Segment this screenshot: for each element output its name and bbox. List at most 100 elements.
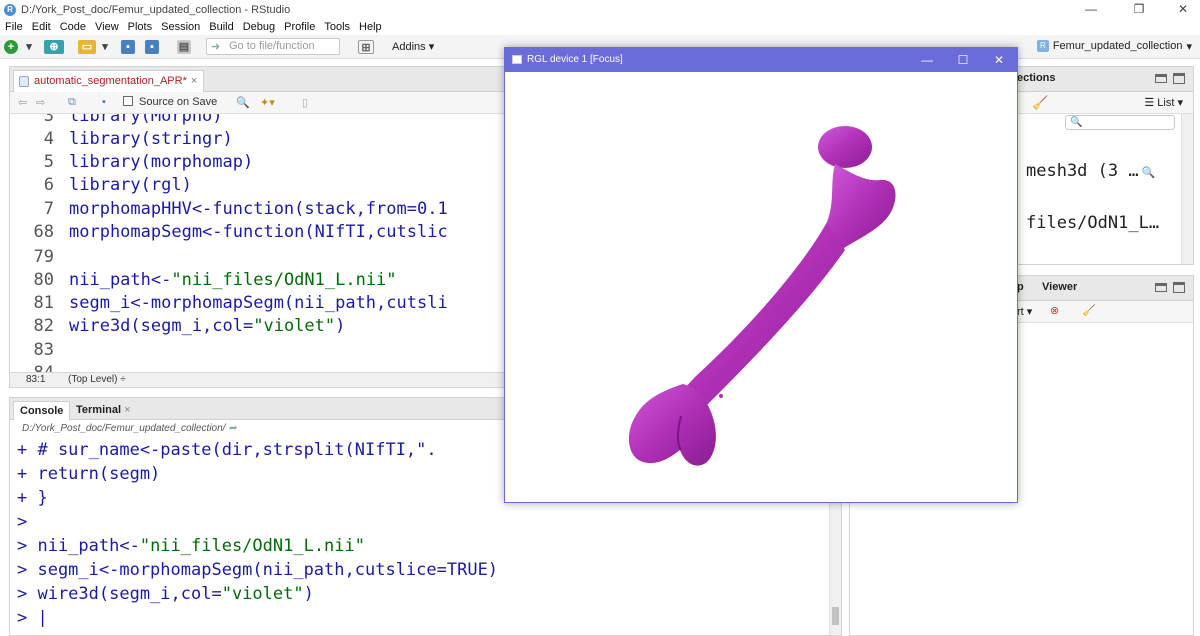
tab-help[interactable]: p [1017, 281, 1024, 293]
find-icon[interactable]: 🔍 [236, 96, 250, 109]
line-number: 81 [33, 293, 54, 313]
list-label: List ▾ [1157, 97, 1183, 109]
line-number: 80 [33, 270, 54, 290]
console-line: > [17, 512, 28, 532]
line-number: 83 [33, 340, 54, 360]
grid-layout-icon[interactable]: ⊞ [358, 40, 374, 54]
project-label: Femur_updated_collection [1052, 40, 1183, 52]
console-path: D:/York_Post_doc/Femur_updated_collectio… [22, 423, 226, 434]
env-row-segm[interactable]: mesh3d (3 … 🔍 [1026, 161, 1155, 181]
code-tools-wand-icon[interactable]: ✦▾ [260, 96, 275, 109]
new-file-icon[interactable]: + [4, 40, 18, 54]
menu-debug[interactable]: Debug [243, 21, 275, 33]
export-menu[interactable]: rt ▾ [1017, 305, 1032, 318]
scope-selector[interactable]: (Top Level) ÷ [68, 373, 126, 387]
new-project-icon[interactable]: ⊕ [44, 40, 64, 54]
clear-viewer-broom-icon[interactable]: 🧹 [1082, 304, 1096, 317]
restore-icon[interactable]: ❐ [1124, 0, 1154, 19]
menu-tools[interactable]: Tools [324, 21, 350, 33]
list-view-selector[interactable]: ☰ List ▾ [1144, 96, 1183, 109]
rgl-maximize-icon[interactable]: ☐ [945, 48, 981, 72]
code-text: morphomapHHV<-function(stack,from=0.1 [69, 199, 448, 219]
menu-file[interactable]: File [5, 21, 23, 33]
code-area[interactable]: 3 library(Morpho) 4 library(stringr) 5 librar… [10, 114, 508, 372]
rgl-window-icon [512, 55, 522, 64]
code-text: wire3d(segm_i,col="violet") [69, 316, 346, 336]
menu-profile[interactable]: Profile [284, 21, 315, 33]
editor-tab-file[interactable]: automatic_segmentation_APR* × [13, 70, 205, 92]
rgl-minimize-icon[interactable]: — [909, 48, 945, 72]
line-number: 84 [10, 362, 54, 372]
menu-plots[interactable]: Plots [128, 21, 152, 33]
goto-arrow-icon: ➜ [211, 41, 221, 53]
save-all-icon[interactable]: ▪ [145, 40, 159, 54]
back-arrow-icon[interactable]: ⇦ [18, 96, 27, 109]
menu-view[interactable]: View [95, 21, 119, 33]
close-tab-icon[interactable]: × [191, 75, 197, 87]
code-text: library(rgl) [69, 175, 192, 195]
tab-viewer[interactable]: Viewer [1042, 281, 1077, 293]
source-on-save-checkbox[interactable]: Source on Save [123, 96, 217, 108]
show-in-window-icon[interactable]: ⧉ [68, 96, 76, 109]
environment-search-input[interactable]: 🔍 [1065, 115, 1175, 130]
remove-icon[interactable]: ⊗ [1050, 304, 1059, 317]
editor-save-icon[interactable]: ▪ [102, 96, 106, 108]
line-number: 4 [43, 129, 54, 149]
goto-dir-icon[interactable]: ➦ [228, 423, 236, 434]
rgl-3d-canvas[interactable] [505, 72, 1017, 502]
rgl-title-bar[interactable]: RGL device 1 [Focus] — ☐ ✕ [505, 48, 1017, 72]
view-magnifier-icon[interactable]: 🔍 [1142, 166, 1156, 179]
environment-scrollbar[interactable] [1181, 114, 1193, 264]
menu-edit[interactable]: Edit [32, 21, 51, 33]
env-row-value: mesh3d (3 … [1026, 161, 1139, 181]
project-menu[interactable]: R Femur_updated_collection ▾ [1036, 40, 1192, 53]
femur-mesh[interactable] [628, 126, 896, 466]
maximize-pane-icon[interactable] [1173, 73, 1185, 84]
clear-broom-icon[interactable]: 🧹 [1032, 95, 1048, 111]
rstudio-logo-icon: R [4, 3, 16, 16]
code-text: library(Morpho) [69, 114, 223, 126]
line-number: 7 [43, 199, 54, 219]
line-number: 68 [33, 222, 54, 242]
minimize-pane-icon[interactable] [1155, 283, 1167, 292]
recent-files-arrow-icon[interactable]: ▾ [98, 40, 112, 54]
tab-connections[interactable]: ections [1017, 72, 1056, 84]
code-text: morphomapSegm<-function(NIfTI,cutslic [69, 222, 448, 242]
minimize-icon[interactable]: — [1076, 0, 1106, 19]
terminal-label: Terminal [76, 404, 122, 416]
menu-build[interactable]: Build [209, 21, 233, 33]
rgl-title: RGL device 1 [Focus] [527, 54, 623, 65]
menu-code[interactable]: Code [60, 21, 86, 33]
goto-file-input[interactable]: ➜ Go to file/function [206, 38, 340, 55]
compile-report-icon[interactable]: ▯ [302, 96, 308, 109]
tab-terminal[interactable]: Terminal × [70, 401, 137, 420]
minimize-pane-icon[interactable] [1155, 74, 1167, 83]
console-line: + # sur_name<-paste(dir,strsplit(NIfTI,"… [17, 440, 437, 460]
window-title-bar: R D:/York_Post_doc/Femur_updated_collect… [0, 0, 1200, 19]
code-text: segm_i<-morphomapSegm(nii_path,cutsli [69, 293, 448, 313]
code-text: library(stringr) [69, 129, 233, 149]
rgl-device-window[interactable]: RGL device 1 [Focus] — ☐ ✕ [504, 47, 1018, 503]
close-terminal-icon[interactable]: × [124, 404, 130, 416]
addins-menu[interactable]: Addins ▾ [392, 40, 434, 53]
tab-console[interactable]: Console [13, 401, 71, 420]
dropdown-arrow-icon[interactable]: ▾ [22, 40, 36, 54]
rgl-close-icon[interactable]: ✕ [981, 48, 1017, 72]
env-row-niipath[interactable]: files/OdN1_L… [1026, 213, 1159, 233]
close-icon[interactable]: ✕ [1168, 0, 1198, 19]
maximize-pane-icon[interactable] [1173, 282, 1185, 293]
scrollbar-thumb[interactable] [832, 607, 839, 625]
line-number: 3 [43, 114, 54, 126]
editor-status-bar: 83:1 (Top Level) ÷ [10, 372, 508, 387]
open-folder-icon[interactable]: ▭ [78, 40, 96, 54]
print-icon[interactable]: ▤ [177, 40, 191, 54]
menu-session[interactable]: Session [161, 21, 200, 33]
line-number: 79 [33, 247, 54, 267]
forward-arrow-icon[interactable]: ⇨ [36, 96, 45, 109]
save-icon[interactable]: ▪ [121, 40, 135, 54]
femur-shaft [683, 222, 845, 407]
console-line: > segm_i<-morphomapSegm(nii_path,cutslic… [17, 560, 499, 580]
menu-help[interactable]: Help [359, 21, 382, 33]
console-line: > nii_path<-"nii_files/OdN1_L.nii" [17, 536, 365, 556]
console-line: > | [17, 608, 48, 628]
